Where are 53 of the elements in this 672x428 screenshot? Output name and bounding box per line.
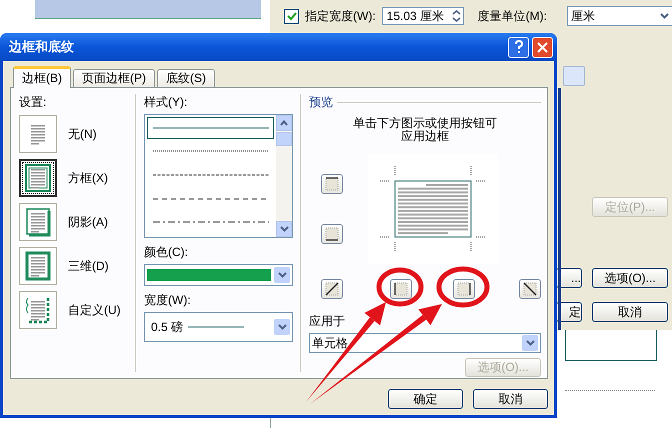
width-dropdown[interactable]: 0.5 磅 xyxy=(144,312,293,342)
border-button[interactable] xyxy=(321,174,343,194)
setting-label: 方框(X) xyxy=(68,170,108,186)
setting-button[interactable] xyxy=(19,159,57,197)
border-button[interactable] xyxy=(321,224,343,244)
color-label: 颜色(C): xyxy=(144,244,189,261)
line-sample-icon xyxy=(186,325,246,329)
annotation-circle xyxy=(436,266,490,308)
line-style-option[interactable] xyxy=(147,117,274,139)
dialog-button[interactable]: 取消 xyxy=(592,302,668,322)
tab[interactable]: 底纹(S) xyxy=(157,69,215,87)
dialog-button[interactable]: 选项(O)... xyxy=(592,268,668,288)
setting-label: 自定义(U) xyxy=(68,302,121,318)
chevron-down-icon xyxy=(660,13,669,19)
unit-dropdown[interactable]: 厘米 xyxy=(566,6,672,26)
border-button[interactable] xyxy=(519,279,541,299)
scrollbar[interactable] xyxy=(276,115,292,237)
help-button[interactable] xyxy=(508,36,529,58)
close-button[interactable] xyxy=(532,36,553,58)
width-checkbox[interactable] xyxy=(284,8,299,24)
line-style-list[interactable] xyxy=(144,114,293,238)
width-label: 指定宽度(W): xyxy=(305,8,376,24)
border-button[interactable] xyxy=(321,279,343,299)
style-label: 样式(Y): xyxy=(144,94,188,111)
chevron-down-icon xyxy=(278,272,286,278)
border-button[interactable] xyxy=(453,279,475,299)
width-label: 宽度(W): xyxy=(144,292,192,309)
spin-arrows-icon xyxy=(452,9,461,23)
chevron-down-icon xyxy=(280,226,288,232)
setting-label: 无(N) xyxy=(68,126,97,142)
close-icon xyxy=(537,42,548,52)
chevron-down-icon xyxy=(526,340,534,346)
tab[interactable]: 页面边框(P) xyxy=(73,69,155,87)
chevron-down-icon xyxy=(278,324,286,330)
setting-label: 三维(D) xyxy=(68,258,109,274)
width-spinbox[interactable]: 15.03 厘米 xyxy=(382,7,464,25)
apply-to-label: 应用于 xyxy=(309,313,346,330)
dialog-button[interactable]: 取消 xyxy=(473,389,548,409)
border-button[interactable] xyxy=(390,279,412,299)
dialog-button[interactable]: 确定 xyxy=(388,389,463,409)
tab[interactable]: 边框(B) xyxy=(13,66,71,88)
apply-to-dropdown[interactable]: 单元格 xyxy=(309,333,541,353)
annotation-circle xyxy=(376,268,424,306)
preview-heading: 预览 xyxy=(309,94,333,111)
chevron-up-icon xyxy=(280,120,288,126)
preview-hint: 单击下方图示或使用按钮可应用边框 xyxy=(352,117,498,143)
window-title: 边框和底纹 xyxy=(9,38,75,56)
help-icon xyxy=(514,40,524,54)
color-dropdown[interactable] xyxy=(144,264,293,286)
scrollbar-thumb[interactable] xyxy=(276,132,292,146)
setting-label: 阴影(A) xyxy=(68,214,108,230)
settings-label: 设置: xyxy=(19,94,48,111)
unit-label: 度量单位(M): xyxy=(478,8,547,24)
